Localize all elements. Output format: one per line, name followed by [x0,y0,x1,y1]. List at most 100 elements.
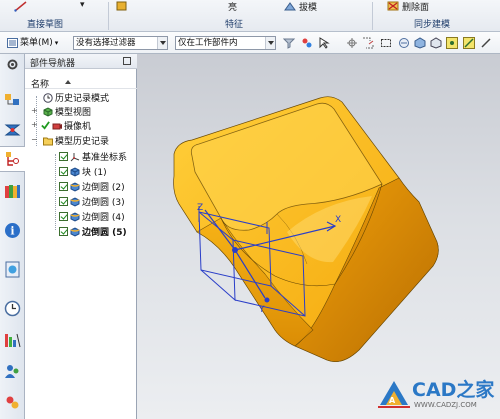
resource-bar: i [0,54,25,419]
assembly-navigator-icon[interactable] [4,92,21,109]
info-icon[interactable]: i [4,222,21,239]
nx-window: ▾ 直接草图 亮 拔模 特征 删除面 同步建模 菜单(M) ▾ 没有选择过滤器 … [0,0,500,419]
navigator-header: 部件导航器 [25,54,137,69]
x-axis-label: X [335,215,341,225]
menu-button[interactable]: 菜单(M) ▾ [4,35,61,51]
tree-item-cameras[interactable]: 摄像机 [41,119,91,132]
graphics-window[interactable]: X Z Y [137,54,500,419]
tree-item-label: 摄像机 [64,122,92,132]
expand-toggle[interactable]: + [31,106,38,115]
filter-icon[interactable] [283,37,295,49]
tree-item-edge-blend-3[interactable]: 边倒圆 (3) [59,195,125,208]
visibility-checkbox[interactable] [59,152,68,161]
command-toolbar: 菜单(M) ▾ 没有选择过滤器 仅在工作部件内 [0,32,500,54]
selection-scope-value: 仅在工作部件内 [178,38,238,48]
tree-item-model-views[interactable]: 模型视图 [41,105,91,118]
svg-text:A: A [389,396,396,405]
draft-tool-icon[interactable] [283,1,297,12]
z-axis-label: Z [197,203,203,213]
menu-label: 菜单(M) [20,38,53,48]
history-clock-icon[interactable] [4,300,21,317]
roles-icon[interactable] [4,363,21,380]
datum-csys-icon [70,152,80,161]
selection-filter-select[interactable]: 没有选择过滤器 [73,36,168,50]
block-icon [70,166,80,177]
feature-tool-icon[interactable] [115,1,129,12]
tree-item-history-mode[interactable]: 历史记录模式 [41,91,109,104]
chevron-down-icon [265,37,275,49]
tree-item-label: 模型视图 [55,108,92,118]
ribbon-item-draft[interactable]: 拔模 [299,0,317,13]
ribbon: ▾ 直接草图 亮 拔模 特征 删除面 同步建模 [0,0,500,32]
snap-point-icon[interactable] [301,37,313,49]
column-name-label: 名称 [31,80,50,90]
model-canvas: X Z Y [173,96,439,362]
selection-scope-select[interactable]: 仅在工作部件内 [175,36,276,50]
tree-item-label: 模型历史记录 [55,137,110,147]
folder-icon [43,137,53,145]
chevron-down-icon [157,37,167,49]
wireframe-view-icon[interactable] [430,37,442,49]
column-header-name[interactable]: 名称 [25,75,137,90]
visibility-checkbox[interactable] [59,227,68,236]
tree-item-edge-blend-4[interactable]: 边倒圆 (4) [59,210,125,223]
visibility-checkbox[interactable] [59,197,68,206]
tree-item-datum-csys[interactable]: 基准坐标系 [59,150,127,163]
process-studio-icon[interactable] [4,332,21,349]
part-navigator: 部件导航器 名称 历史记录模式 + 模型视图 + 摄像机 − 模型历史记录 基准… [25,54,137,419]
camera-icon [52,123,62,129]
visibility-checkbox[interactable] [59,212,68,221]
orient-view-icon[interactable] [398,37,410,49]
delete-face-icon[interactable] [386,1,400,12]
collapse-toggle[interactable]: − [31,135,38,144]
edge-blend-icon [70,211,80,222]
snap-endpoint-icon[interactable] [463,37,475,49]
menu-icon [7,38,18,48]
gear-icon[interactable] [4,56,21,73]
group-direct-sketch: 直接草图 [27,20,64,30]
watermark-url: WWW.CADZJ.COM [414,401,477,409]
line-tool-icon[interactable] [14,1,28,12]
watermark: A CAD之家 WWW.CADZJ.COM [370,375,498,417]
snap-grid-icon[interactable] [446,37,458,49]
visibility-checkbox[interactable] [59,182,68,191]
ribbon-item-delete-face[interactable]: 删除面 [402,0,429,13]
ribbon-item-partial-1[interactable]: 亮 [228,0,237,13]
tree-item-label: 边倒圆 (5) [82,228,127,238]
tree-item-label: 边倒圆 (3) [82,198,125,208]
tree-item-label: 边倒圆 (2) [82,183,125,193]
rectangle-select-icon[interactable] [380,37,392,49]
tree-guide [55,154,56,230]
reuse-library-icon[interactable] [4,183,21,200]
system-scene-icon[interactable] [4,394,21,411]
visibility-checkbox[interactable] [59,167,68,176]
solid-body[interactable] [173,96,439,362]
snap-midpoint-icon[interactable] [480,37,492,49]
general-select-icon[interactable] [346,37,358,49]
check-icon[interactable] [41,121,50,130]
edge-blend-icon [70,181,80,192]
tree-item-edge-blend-2[interactable]: 边倒圆 (2) [59,180,125,193]
tree-item-label: 历史记录模式 [55,94,110,104]
shaded-view-icon[interactable] [414,37,426,49]
expand-toggle[interactable]: + [31,120,38,129]
chevron-down-icon: ▾ [54,39,59,47]
selection-filter-value: 没有选择过滤器 [76,38,136,48]
maximize-icon[interactable] [123,57,131,65]
region-select-icon[interactable] [362,37,374,49]
web-browser-icon[interactable] [4,261,21,278]
tree-item-label: 块 (1) [82,168,107,178]
tree-item-label: 基准坐标系 [82,153,128,163]
select-options-icon[interactable] [318,37,330,49]
edge-blend-icon [70,226,80,237]
tree-item-block[interactable]: 块 (1) [59,165,107,178]
tree-item-model-history[interactable]: 模型历史记录 [41,134,109,147]
part-navigator-icon[interactable] [4,151,21,168]
y-axis-label: Y [258,305,265,315]
svg-text:i: i [10,225,14,238]
ribbon-dropdown-icon[interactable]: ▾ [80,0,85,10]
sort-ascending-icon [65,80,71,84]
tree-item-edge-blend-5[interactable]: 边倒圆 (5) [59,225,127,238]
constraint-navigator-icon[interactable] [4,121,21,138]
navigator-title: 部件导航器 [30,59,76,69]
